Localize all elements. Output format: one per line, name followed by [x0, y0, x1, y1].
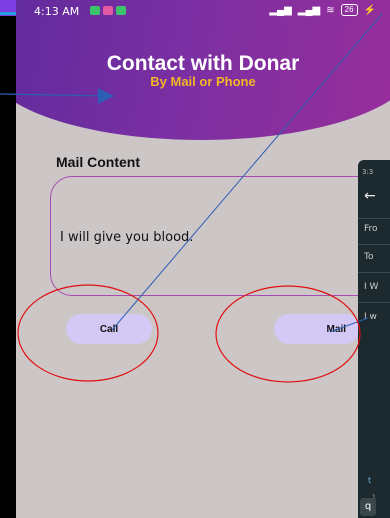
keyboard-suggestion[interactable]: t	[368, 476, 371, 485]
call-button[interactable]: Call	[66, 314, 152, 344]
page-subtitle: By Mail or Phone	[150, 74, 256, 89]
divider	[358, 244, 390, 245]
mail-button[interactable]: Mail	[274, 314, 360, 344]
left-tab-indicator	[0, 12, 16, 15]
overlay-row-to[interactable]: To	[364, 252, 373, 262]
mail-content-text: I will give you blood.	[60, 230, 194, 245]
mail-content-label: Mail Content	[56, 154, 140, 170]
notification-icon	[90, 6, 100, 15]
keyboard-key-q[interactable]: q	[360, 498, 376, 516]
phone-screen: 4:13 AM ▂▄▆ ▂▄▆ ≋ 26 ⚡ Contact with Dona…	[16, 0, 390, 518]
battery-indicator: 26	[340, 4, 358, 16]
overlay-row-subject[interactable]: I W	[364, 282, 378, 292]
charging-icon: ⚡	[363, 4, 376, 16]
notification-icons	[90, 6, 126, 15]
notification-icon	[116, 6, 126, 15]
arrow-left-icon[interactable]: ←	[364, 188, 376, 204]
status-time: 4:13 AM	[34, 5, 80, 18]
overlay-time: 3:3	[362, 168, 374, 176]
signal-icon: ▂▄▆	[269, 4, 292, 16]
divider	[358, 218, 390, 219]
wifi-icon: ≋	[326, 4, 335, 16]
signal-4g-icon: ▂▄▆	[297, 4, 321, 16]
left-strip	[0, 0, 16, 518]
divider	[358, 272, 390, 273]
page-title: Contact with Donar	[106, 52, 300, 75]
mail-button-label: Mail	[326, 323, 346, 335]
bottom-area	[16, 490, 390, 518]
call-button-label: Call	[99, 323, 119, 335]
overlay-email-panel: 3:3 ← Fro To I W I w t 1 q	[358, 160, 390, 518]
status-bar: 4:13 AM ▂▄▆ ▂▄▆ ≋ 26 ⚡	[16, 0, 390, 22]
overlay-row-from[interactable]: Fro	[364, 224, 378, 234]
status-right: ▂▄▆ ▂▄▆ ≋ 26 ⚡	[269, 4, 376, 16]
overlay-row-body[interactable]: I w	[364, 312, 377, 322]
notification-icon	[103, 6, 113, 15]
divider	[358, 302, 390, 303]
